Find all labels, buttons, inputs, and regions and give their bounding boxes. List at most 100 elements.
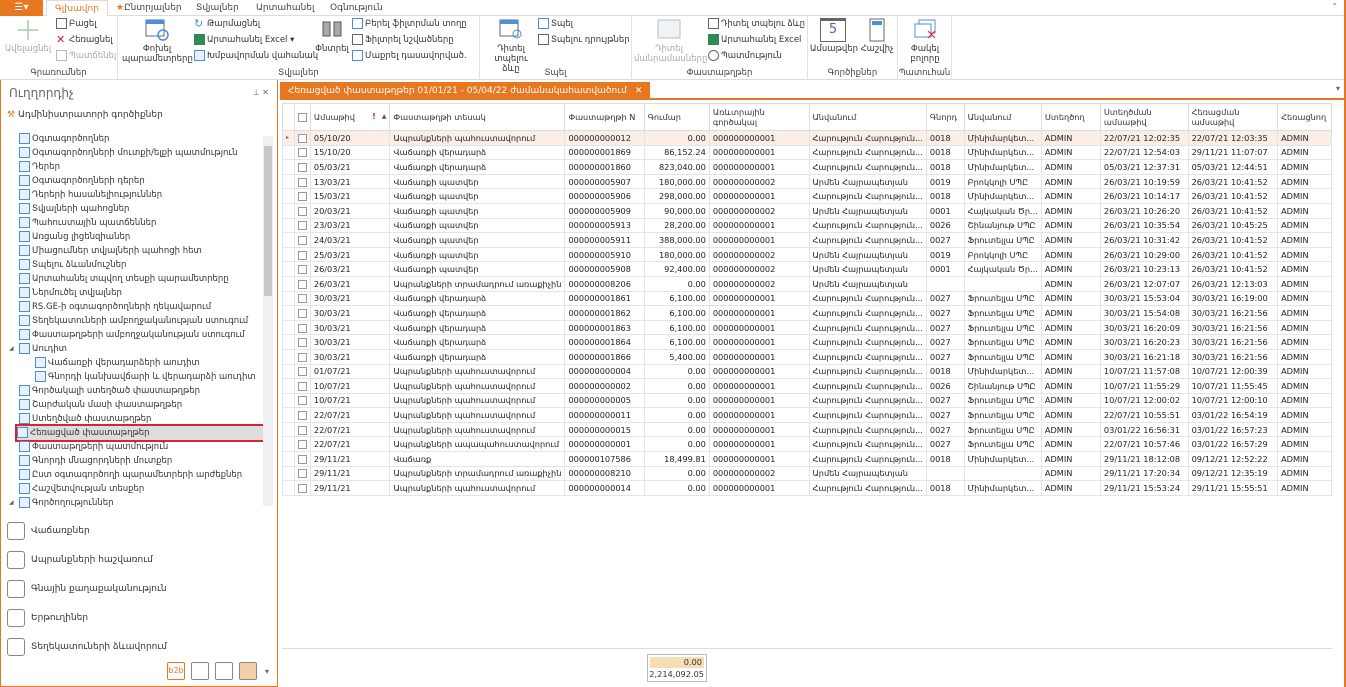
tree-item[interactable]: Տեղեկատուների ամբողջականության ստուգում — [19, 314, 248, 328]
clear-sort-button[interactable]: Մաքրել դասավորված. — [352, 50, 467, 63]
tree-item[interactable]: Գնորդի կանխավճարի և վերադարձի աուդիտ — [35, 370, 256, 384]
row-checkbox[interactable] — [297, 235, 307, 245]
tree-item[interactable]: ◢ Աուդիտ — [9, 342, 67, 356]
row-checkbox[interactable] — [297, 206, 307, 216]
table-row[interactable]: 30/03/21 Վաճառքի վերադարձ 000000001866 5,40… — [282, 348, 1332, 365]
tree-item[interactable]: Ներմուծել տվյալներ — [19, 286, 122, 300]
row-checkbox[interactable] — [297, 162, 307, 172]
tree-scrollbar[interactable] — [263, 136, 273, 506]
row-checkbox[interactable] — [297, 250, 307, 260]
row-checkbox[interactable] — [297, 440, 307, 450]
tree-item[interactable]: Տպելու ձևանմուշներ — [19, 258, 126, 272]
row-checkbox[interactable] — [297, 484, 307, 494]
b2b-icon[interactable]: b2b — [166, 662, 185, 680]
tree-item[interactable]: Ստեղծված փաստաթղթեր — [19, 412, 151, 426]
column-header[interactable]: Գնորդ — [925, 103, 965, 131]
tree-item[interactable]: Փաստաթղթերի ամբողջականության ստուգում — [19, 328, 245, 342]
table-row[interactable]: 25/03/21 Վաճառքի պատվեր 000000005910 180,00… — [282, 246, 1332, 263]
tab-export[interactable]: Արտահանել — [248, 0, 322, 16]
table-row[interactable]: 30/03/21 Վաճառքի վերադարձ 000000001861 6,10… — [282, 290, 1332, 307]
tree-item[interactable]: Շարժական մասի փաստաթղթեր — [19, 398, 182, 412]
close-all-button[interactable]: Փակել բոլորը — [902, 18, 948, 64]
row-checkbox[interactable] — [297, 192, 307, 202]
row-checkbox[interactable] — [297, 133, 307, 143]
table-row[interactable]: 01/07/21 Ապրանքների պահուստավորում 0000000… — [282, 363, 1332, 380]
column-header[interactable]: Ստեղծման ամսաթիվ — [1099, 103, 1189, 131]
admin-tools-icon[interactable] — [238, 662, 257, 680]
export-excel-button[interactable]: Արտահանել Excel ▾ — [194, 34, 294, 47]
table-row[interactable]: 29/11/21 Ապրանքների պահուստավորում 0000000… — [282, 480, 1332, 496]
tree-item[interactable]: Գործակալի ստեղծած փաստաթղթեր — [19, 384, 200, 398]
view-print-form-button[interactable]: Դիտել տպելու ձևը — [708, 18, 805, 31]
doc-export-excel-button[interactable]: Արտահանել Excel — [708, 34, 801, 47]
print-settings-button[interactable]: Տպելու դրույթներ — [538, 34, 630, 47]
admin-tools-header[interactable]: ⚒ Ադմինիստրատորի գործիքներ — [7, 110, 163, 120]
table-row[interactable]: 30/03/21 Վաճառքի վերադարձ 000000001863 6,10… — [282, 319, 1332, 336]
row-checkbox[interactable] — [297, 411, 307, 421]
row-checkbox[interactable] — [297, 279, 307, 289]
copy-button[interactable]: Պատճենել — [56, 50, 116, 63]
tree-item[interactable]: RS.GE-ի օգտագործողների ղեկավարում — [19, 300, 211, 314]
row-checkbox[interactable] — [297, 352, 307, 362]
tree-item[interactable]: Դերեր — [19, 160, 60, 174]
table-row[interactable]: 22/07/21 Ապրանքների ապապահուստավորում 0000… — [282, 436, 1332, 453]
row-checkbox[interactable] — [297, 308, 307, 318]
nav-button[interactable]: Տեղեկատուների ձևավորում — [7, 636, 167, 658]
table-row[interactable]: 24/03/21 Վաճառքի պատվեր 000000005911 388,00… — [282, 232, 1332, 248]
column-header[interactable]: Հեռացման ամսաթիվ — [1187, 103, 1279, 131]
table-row[interactable]: 10/07/21 Ապրանքների պահուստավորում 0000000… — [282, 392, 1332, 409]
close-panel-icon[interactable]: ✕ — [262, 88, 269, 97]
row-checkbox[interactable] — [297, 454, 307, 464]
table-row[interactable]: 30/03/21 Վաճառքի վերադարձ 000000001862 6,10… — [282, 305, 1332, 321]
tree-item[interactable]: Օգտագործողներ — [19, 132, 109, 146]
collapse-ribbon-icon[interactable]: ⌃ — [1331, 2, 1338, 11]
column-header[interactable]: Անվանում — [963, 103, 1042, 131]
row-checkbox[interactable] — [297, 381, 307, 391]
column-header[interactable]: Հեռացնող — [1277, 103, 1332, 131]
nav-button[interactable]: Ապրանքների հաշվառում — [7, 549, 153, 571]
tree-item[interactable]: Պահուստային պատճեններ — [19, 216, 156, 230]
row-checkbox[interactable] — [297, 221, 307, 231]
history-button[interactable]: Պատմություն — [708, 50, 782, 63]
tab-favorites[interactable]: ★Ընտրյալներ — [108, 0, 190, 16]
table-row[interactable]: 05/03/21 Վաճառքի վերադարձ 000000001860 823,… — [282, 159, 1332, 175]
column-header[interactable]: Անվանում — [808, 103, 927, 131]
tree-item[interactable]: Միացումներ տվյալների պահոցի հետ — [19, 244, 202, 258]
app-menu-button[interactable]: ☰▾ — [0, 0, 43, 16]
table-row[interactable]: 22/07/21 Ապրանքների պահուստավորում 0000000… — [282, 407, 1332, 423]
print-button[interactable]: Տպել — [538, 18, 573, 31]
row-checkbox[interactable] — [297, 425, 307, 435]
column-header[interactable]: Գումար — [643, 103, 710, 131]
more-nav-icon[interactable]: ▾ — [265, 667, 269, 676]
table-row[interactable]: 20/03/21 Վաճառքի պատվեր 000000005909 90,000… — [282, 202, 1332, 219]
calculator-button[interactable]: Հաշվիչ — [858, 18, 896, 54]
row-checkbox[interactable] — [297, 323, 307, 333]
tree-item[interactable]: Տվյալների պահոցներ — [19, 202, 129, 216]
filter-row-button[interactable]: Բերել ֆիլտրման տողը — [352, 18, 467, 31]
column-header[interactable]: Ամսաթիվ ▲! — [309, 103, 391, 131]
tree-item[interactable]: Արտահանել տպվող տեսքի պարամետրերը — [19, 272, 229, 286]
row-checkbox[interactable] — [297, 338, 307, 348]
document-tab-deleted-documents[interactable]: Հեռացված փաստաթղթեր 01/01/21 - 05/04/22 … — [280, 82, 651, 100]
print-preview-button[interactable]: Դիտել տպելու ձևը — [488, 18, 534, 74]
tree-item[interactable]: Գնորդի մնացորդների մուտքեր — [19, 454, 172, 468]
delete-button[interactable]: ✕ Հեռացնել — [56, 34, 113, 47]
tree-item[interactable]: Վաճառքի վերադարձերի աուդիտ — [35, 356, 200, 370]
open-button[interactable]: Բացել — [56, 18, 97, 31]
row-checkbox[interactable] — [297, 177, 307, 187]
table-row[interactable]: 13/03/21 Վաճառքի պատվեր 000000005907 180,00… — [282, 173, 1332, 190]
tree-item[interactable]: Հեռացված փաստաթղթեր — [15, 424, 263, 442]
row-checkbox[interactable] — [297, 469, 307, 479]
add-button[interactable]: Ավելացնել — [4, 18, 52, 54]
column-header[interactable]: Փաստաթղթի տեսակ — [389, 103, 566, 131]
table-row[interactable]: 22/07/21 Ապրանքների պահուստավորում 0000000… — [282, 421, 1332, 438]
tree-item[interactable]: ◢ Գործողություններ — [9, 496, 114, 510]
filter-marked-button[interactable]: Ֆիլտրել նշվածները — [352, 34, 454, 47]
table-row[interactable]: ▸ 05/10/20 Ապրանքների պահուստավորում 000000… — [282, 130, 1332, 146]
column-header[interactable]: Փաստաթղթի N — [564, 103, 645, 131]
user-phone-icon[interactable] — [214, 662, 233, 680]
tree-item[interactable]: Ըստ օգտագործողի պարամետրերի արժեքներ — [19, 468, 242, 482]
row-checkbox[interactable] — [297, 294, 307, 304]
column-header[interactable]: Առևտրային գործակալ — [708, 103, 810, 131]
table-row[interactable]: 15/03/21 Վաճառքի պատվեր 000000005906 298,00… — [282, 188, 1332, 204]
